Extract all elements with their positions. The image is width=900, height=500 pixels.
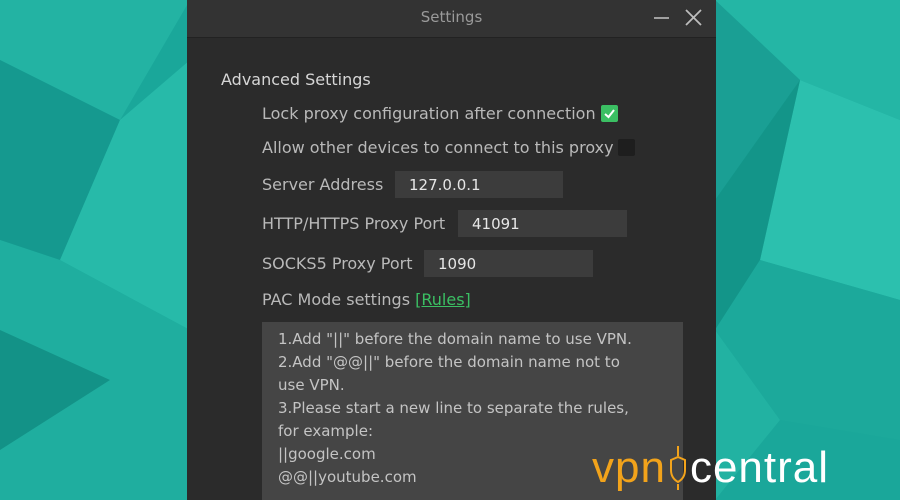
- rules-line: 3.Please start a new line to separate th…: [278, 399, 629, 417]
- minimize-icon: [654, 17, 669, 19]
- socks5-port-label: SOCKS5 Proxy Port: [262, 254, 413, 273]
- minimize-button[interactable]: [651, 6, 675, 30]
- rules-link[interactable]: [Rules]: [415, 290, 471, 309]
- rules-line: use VPN.: [278, 376, 345, 394]
- server-address-label: Server Address: [262, 175, 384, 194]
- http-port-input[interactable]: [458, 210, 627, 237]
- rules-line: 2.Add "@@||" before the domain name not …: [278, 353, 620, 371]
- server-address-input[interactable]: [395, 171, 563, 198]
- pac-mode-row: PAC Mode settings [Rules]: [262, 290, 471, 309]
- vpncentral-watermark: vpn central: [592, 440, 829, 496]
- section-heading-advanced: Advanced Settings: [221, 70, 371, 89]
- allow-devices-checkbox[interactable]: [618, 139, 635, 156]
- watermark-central-text: central: [689, 443, 830, 492]
- close-icon: [685, 9, 702, 26]
- rules-line: 1.Add "||" before the domain name to use…: [278, 330, 632, 348]
- http-port-label: HTTP/HTTPS Proxy Port: [262, 214, 446, 233]
- checkmark-icon: [604, 109, 615, 119]
- settings-window: Settings Advanced Settings Lock proxy co…: [187, 0, 716, 500]
- allow-devices-label: Allow other devices to connect to this p…: [262, 138, 614, 157]
- lock-proxy-label: Lock proxy configuration after connectio…: [262, 104, 596, 123]
- socks5-port-input[interactable]: [424, 250, 593, 277]
- window-title: Settings: [420, 8, 483, 26]
- title-bar: Settings: [187, 0, 716, 38]
- lock-proxy-checkbox[interactable]: [601, 105, 618, 122]
- shield-icon: [669, 446, 686, 490]
- pac-mode-label: PAC Mode settings: [262, 290, 411, 309]
- close-button[interactable]: [682, 6, 706, 30]
- watermark-vpn-text: vpn: [592, 443, 666, 492]
